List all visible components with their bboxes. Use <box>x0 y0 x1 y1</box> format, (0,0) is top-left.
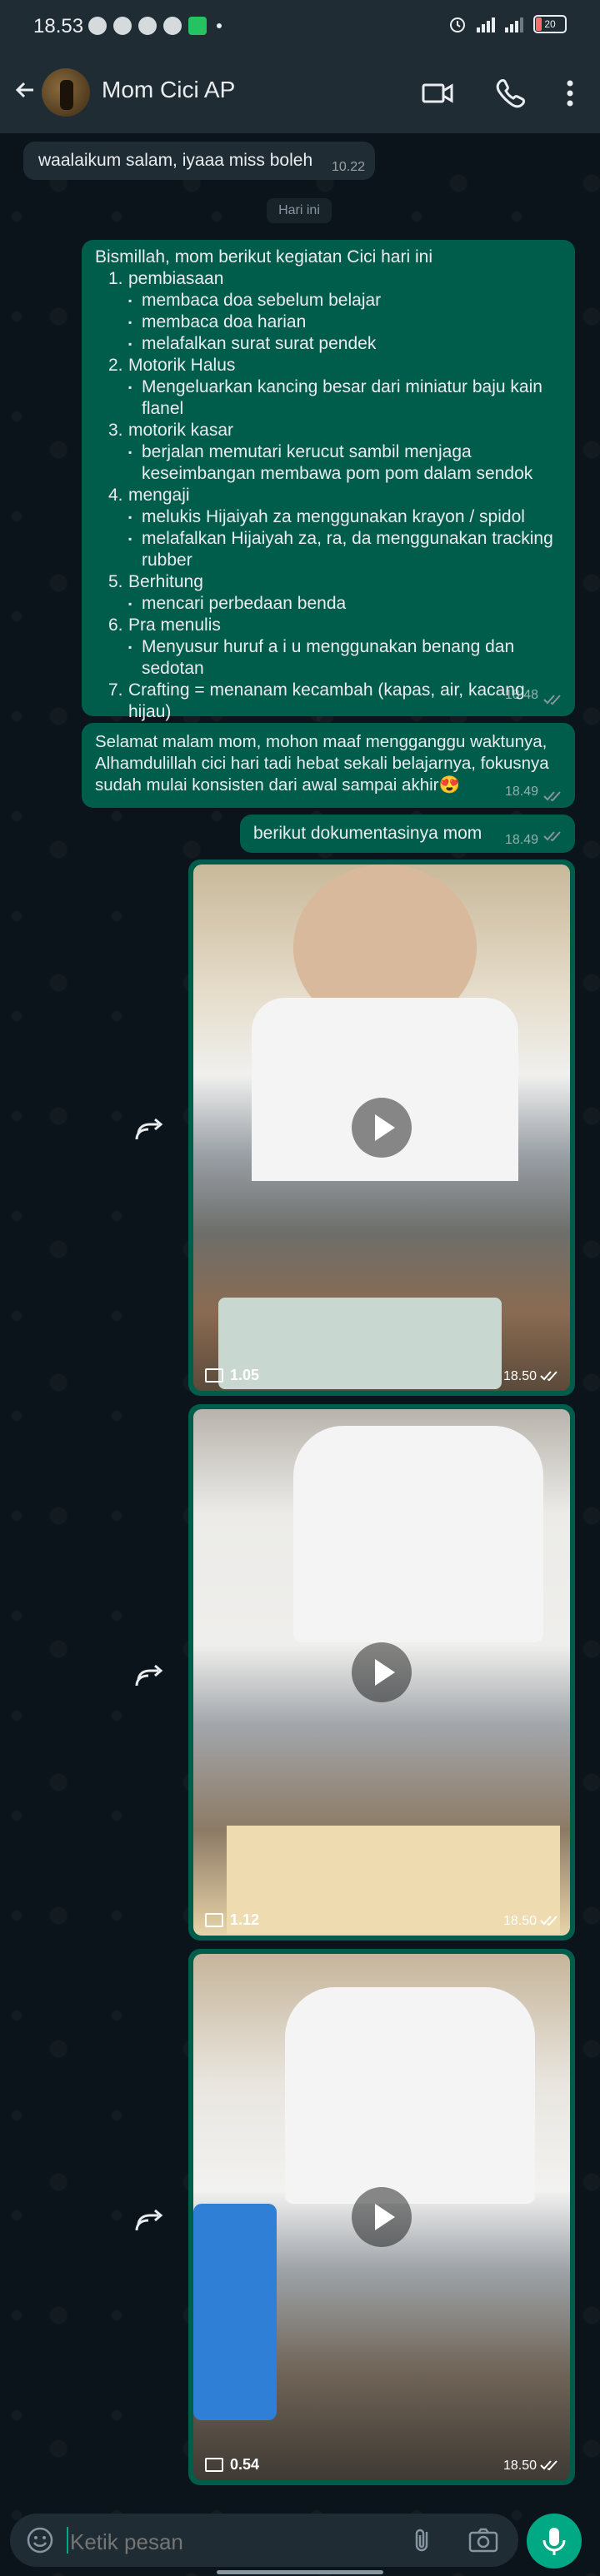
status-time: 18.53 <box>33 15 84 37</box>
outgoing-message-plan[interactable]: Bismillah, mom berikut kegiatan Cici har… <box>82 240 575 721</box>
plan-subitem: melafalkan surat surat pendek <box>95 333 562 355</box>
signal-icon-2 <box>505 16 523 32</box>
message-time: 18.50 <box>502 1369 537 1383</box>
video-message[interactable]: 1.05 18.50 <box>188 859 575 1396</box>
button-board <box>218 1298 502 1389</box>
notification-icon <box>88 17 107 35</box>
message-text-wrap: Selamat malam mom, mohon maaf mengganggu… <box>95 731 567 796</box>
read-ticks-icon <box>540 1916 558 1926</box>
plan-item: Motorik Halus <box>95 355 562 376</box>
date-chip: Hari ini <box>267 198 332 223</box>
video-duration: 1.05 <box>205 1367 259 1384</box>
pinwheel-icon <box>163 17 182 35</box>
video-thumbnail[interactable]: 1.05 18.50 <box>193 864 570 1391</box>
message-time: 10.22 <box>331 160 365 174</box>
chat-icon <box>138 17 157 35</box>
more-notifications-dot <box>217 23 222 28</box>
read-ticks-icon <box>540 2460 558 2471</box>
message-time: 18.50 <box>502 1914 537 1928</box>
video-message[interactable]: 0.54 18.50 <box>188 1949 575 2485</box>
message-time: 18.48 <box>504 688 538 702</box>
video-duration: 0.54 <box>205 2456 259 2474</box>
plan-list: pembiasaanmembaca doa sebelum belajarmem… <box>95 268 562 723</box>
duration-label: 1.05 <box>230 1367 260 1383</box>
battery-level: 20 <box>544 18 556 30</box>
contact-name[interactable]: Mom Cici AP <box>102 77 235 103</box>
more-options-icon[interactable] <box>552 75 588 112</box>
child-shirt <box>285 1987 535 2204</box>
play-icon[interactable] <box>352 1642 412 1702</box>
outgoing-message-doc[interactable]: berikut dokumentasinya mom 18.49 <box>240 815 575 853</box>
microphone-icon <box>542 2528 566 2555</box>
forward-icon[interactable] <box>132 1109 170 1148</box>
navigation-handle[interactable] <box>217 2570 383 2574</box>
plan-item: Pra menulis <box>95 615 562 636</box>
read-ticks-icon <box>543 831 561 842</box>
forward-icon[interactable] <box>132 1656 170 1694</box>
plan-subitem: membaca doa sebelum belajar <box>95 290 562 311</box>
video-thumbnail[interactable]: 1.12 18.50 <box>193 1409 570 1936</box>
plan-subitem: Mengeluarkan kancing besar dari miniatur… <box>95 376 562 420</box>
plan-item: motorik kasar <box>95 420 562 441</box>
message-list[interactable]: waalaikum salam, iyaaa miss boleh 10.22 … <box>0 133 600 2507</box>
read-ticks-icon <box>540 1371 558 1382</box>
duration-label: 1.12 <box>230 1911 260 1928</box>
blue-cup <box>193 2204 277 2420</box>
plan-subitem: membaca doa harian <box>95 311 562 333</box>
play-icon[interactable] <box>352 1098 412 1158</box>
child-shirt <box>293 1426 543 1642</box>
alarm-icon <box>450 17 465 32</box>
system-icons: 20 <box>448 15 567 33</box>
avatar[interactable] <box>42 68 90 117</box>
plan-intro: Bismillah, mom berikut kegiatan Cici har… <box>95 247 432 267</box>
phone-icon[interactable] <box>492 75 528 112</box>
instagram-icon <box>113 17 132 35</box>
emoji-icon[interactable] <box>25 2525 55 2555</box>
signal-icon <box>477 16 495 32</box>
message-composer <box>0 2507 600 2576</box>
status-bar: 18.53 20 <box>0 0 600 53</box>
plan-body: Bismillah, mom berikut kegiatan Cici har… <box>95 247 562 723</box>
plan-subitem: Menyusur huruf a i u menggunakan benang … <box>95 636 562 680</box>
plan-item: pembiasaan <box>95 268 562 290</box>
plan-subitem: berjalan memutari kerucut sambil menjaga… <box>95 441 562 485</box>
video-thumbnail[interactable]: 0.54 18.50 <box>193 1954 570 2480</box>
incoming-message[interactable]: waalaikum salam, iyaaa miss boleh 10.22 <box>23 142 375 180</box>
mic-button[interactable] <box>527 2514 582 2569</box>
plan-item: Crafting = menanam kecambah (kapas, air,… <box>95 680 562 723</box>
video-camera-icon <box>205 2458 223 2472</box>
read-ticks-icon <box>543 695 561 705</box>
duration-label: 0.54 <box>230 2456 260 2473</box>
message-input-container[interactable] <box>10 2514 518 2567</box>
camera-icon[interactable] <box>467 2525 500 2555</box>
message-time: 18.50 <box>502 2459 537 2473</box>
video-call-icon[interactable] <box>420 75 457 112</box>
battery-icon: 20 <box>533 15 567 33</box>
message-input[interactable] <box>68 2529 388 2556</box>
read-ticks-icon <box>543 791 561 802</box>
paperclip-icon[interactable] <box>408 2525 438 2555</box>
app-icon <box>188 17 207 35</box>
video-duration: 1.12 <box>205 1911 259 1929</box>
message-text: Selamat malam mom, mohon maaf mengganggu… <box>95 732 549 795</box>
message-text: berikut dokumentasinya mom <box>253 824 482 843</box>
forward-icon[interactable] <box>132 2200 170 2239</box>
plan-subitem: melafalkan Hijaiyah za, ra, da menggunak… <box>95 528 562 571</box>
video-camera-icon <box>205 1368 223 1383</box>
message-time: 18.49 <box>504 833 538 847</box>
video-message[interactable]: 1.12 18.50 <box>188 1404 575 1941</box>
outgoing-message-greeting[interactable]: Selamat malam mom, mohon maaf mengganggu… <box>82 723 575 808</box>
video-camera-icon <box>205 1913 223 1927</box>
notification-icons <box>88 17 222 35</box>
heart-eyes-emoji: 😍 <box>438 775 461 795</box>
message-time: 18.49 <box>504 785 538 799</box>
plan-subitem: melukis Hijaiyah za menggunakan krayon /… <box>95 506 562 528</box>
plan-item: mengaji <box>95 485 562 506</box>
message-text: waalaikum salam, iyaaa miss boleh <box>38 151 313 170</box>
plan-item: Berhitung <box>95 571 562 593</box>
plan-subitem: mencari perbedaan benda <box>95 593 562 615</box>
chat-header: Mom Cici AP <box>0 53 600 133</box>
play-icon[interactable] <box>352 2187 412 2247</box>
back-arrow-icon[interactable] <box>8 77 42 110</box>
